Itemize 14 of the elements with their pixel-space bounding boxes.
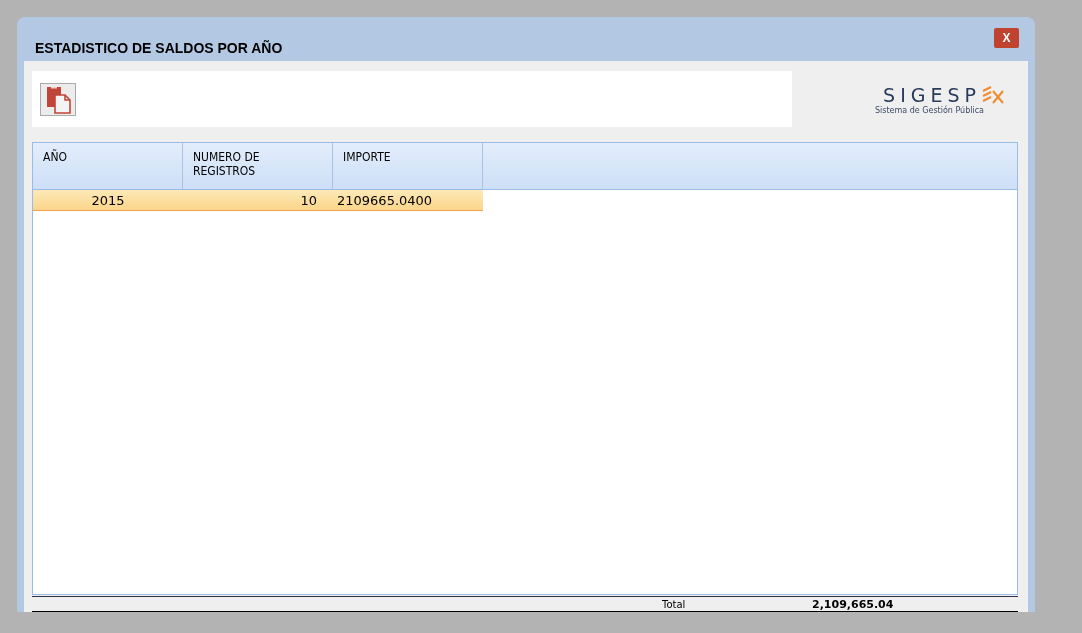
- window-title: ESTADISTICO DE SALDOS POR AÑO: [34, 40, 283, 58]
- close-button[interactable]: X: [994, 28, 1019, 48]
- total-label: Total: [662, 598, 687, 610]
- logo-mark-icon: [982, 84, 1006, 105]
- table-row[interactable]: 2015 10 2109665.0400: [33, 190, 483, 211]
- table-cell-text: 2109665.0400: [336, 192, 434, 208]
- column-header[interactable]: IMPORTE: [333, 143, 483, 189]
- table-cell-text: 2015: [90, 192, 126, 208]
- copy-button[interactable]: [40, 82, 76, 116]
- column-header[interactable]: NUMERO DE REGISTROS: [183, 143, 333, 189]
- table-cell-text: 10: [299, 192, 318, 208]
- total-value: 2,109,665.04: [812, 597, 894, 611]
- logo: SIGESP Sistema de Gestión Pública: [792, 71, 1018, 127]
- column-header[interactable]: AÑO: [33, 143, 183, 189]
